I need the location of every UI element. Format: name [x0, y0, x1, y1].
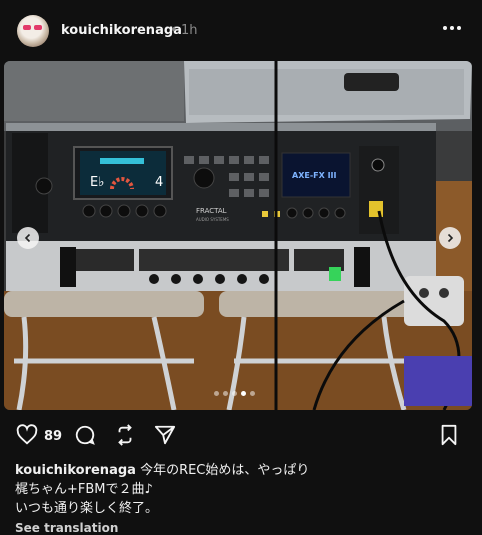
- carousel-dot: [223, 391, 228, 396]
- see-translation-link[interactable]: See translation: [15, 521, 118, 535]
- share-icon[interactable]: [154, 424, 176, 450]
- tuner-note: E♭: [90, 175, 104, 190]
- heart-icon[interactable]: [16, 424, 38, 450]
- carousel-dot: [214, 391, 219, 396]
- repost-icon[interactable]: [114, 424, 136, 450]
- caption-line-2: 梶ちゃん+FBMで２曲♪: [15, 482, 153, 497]
- carousel-indicator: [214, 391, 255, 396]
- post-caption: kouichikorenaga 今年のREC始めは、やっぱり 梶ちゃん+FBMで…: [15, 461, 475, 518]
- carousel-dot: [250, 391, 255, 396]
- username[interactable]: kouichikorenaga: [61, 23, 182, 38]
- post-header: kouichikorenaga • 1h: [0, 0, 482, 60]
- post-photo[interactable]: E♭ 4 FRACTAL AUDIO SYSTEMS AXE-FX III: [4, 61, 472, 410]
- chevron-left-icon[interactable]: [17, 227, 39, 249]
- brand-sub-label: AUDIO SYSTEMS: [196, 217, 229, 222]
- avatar[interactable]: [17, 15, 49, 47]
- comment-icon[interactable]: [74, 424, 96, 450]
- action-bar: 89: [0, 420, 482, 452]
- carousel-dot: [232, 391, 237, 396]
- more-icon[interactable]: [440, 20, 464, 36]
- separator-dot: •: [170, 23, 178, 38]
- like-count[interactable]: 89: [44, 429, 62, 444]
- brand-label: FRACTAL: [196, 207, 227, 215]
- tuner-string: 4: [155, 175, 163, 190]
- caption-line-1: 今年のREC始めは、やっぱり: [140, 463, 310, 478]
- caption-username[interactable]: kouichikorenaga: [15, 463, 136, 478]
- bookmark-icon[interactable]: [438, 424, 460, 450]
- chevron-right-icon[interactable]: [439, 227, 461, 249]
- carousel-dot-active: [241, 391, 246, 396]
- photo-illustration: E♭ 4 FRACTAL AUDIO SYSTEMS AXE-FX III: [4, 61, 472, 410]
- caption-line-3: いつも通り楽しく終了。: [15, 501, 159, 516]
- post-time[interactable]: 1h: [181, 23, 198, 38]
- model-label: AXE-FX III: [292, 171, 337, 180]
